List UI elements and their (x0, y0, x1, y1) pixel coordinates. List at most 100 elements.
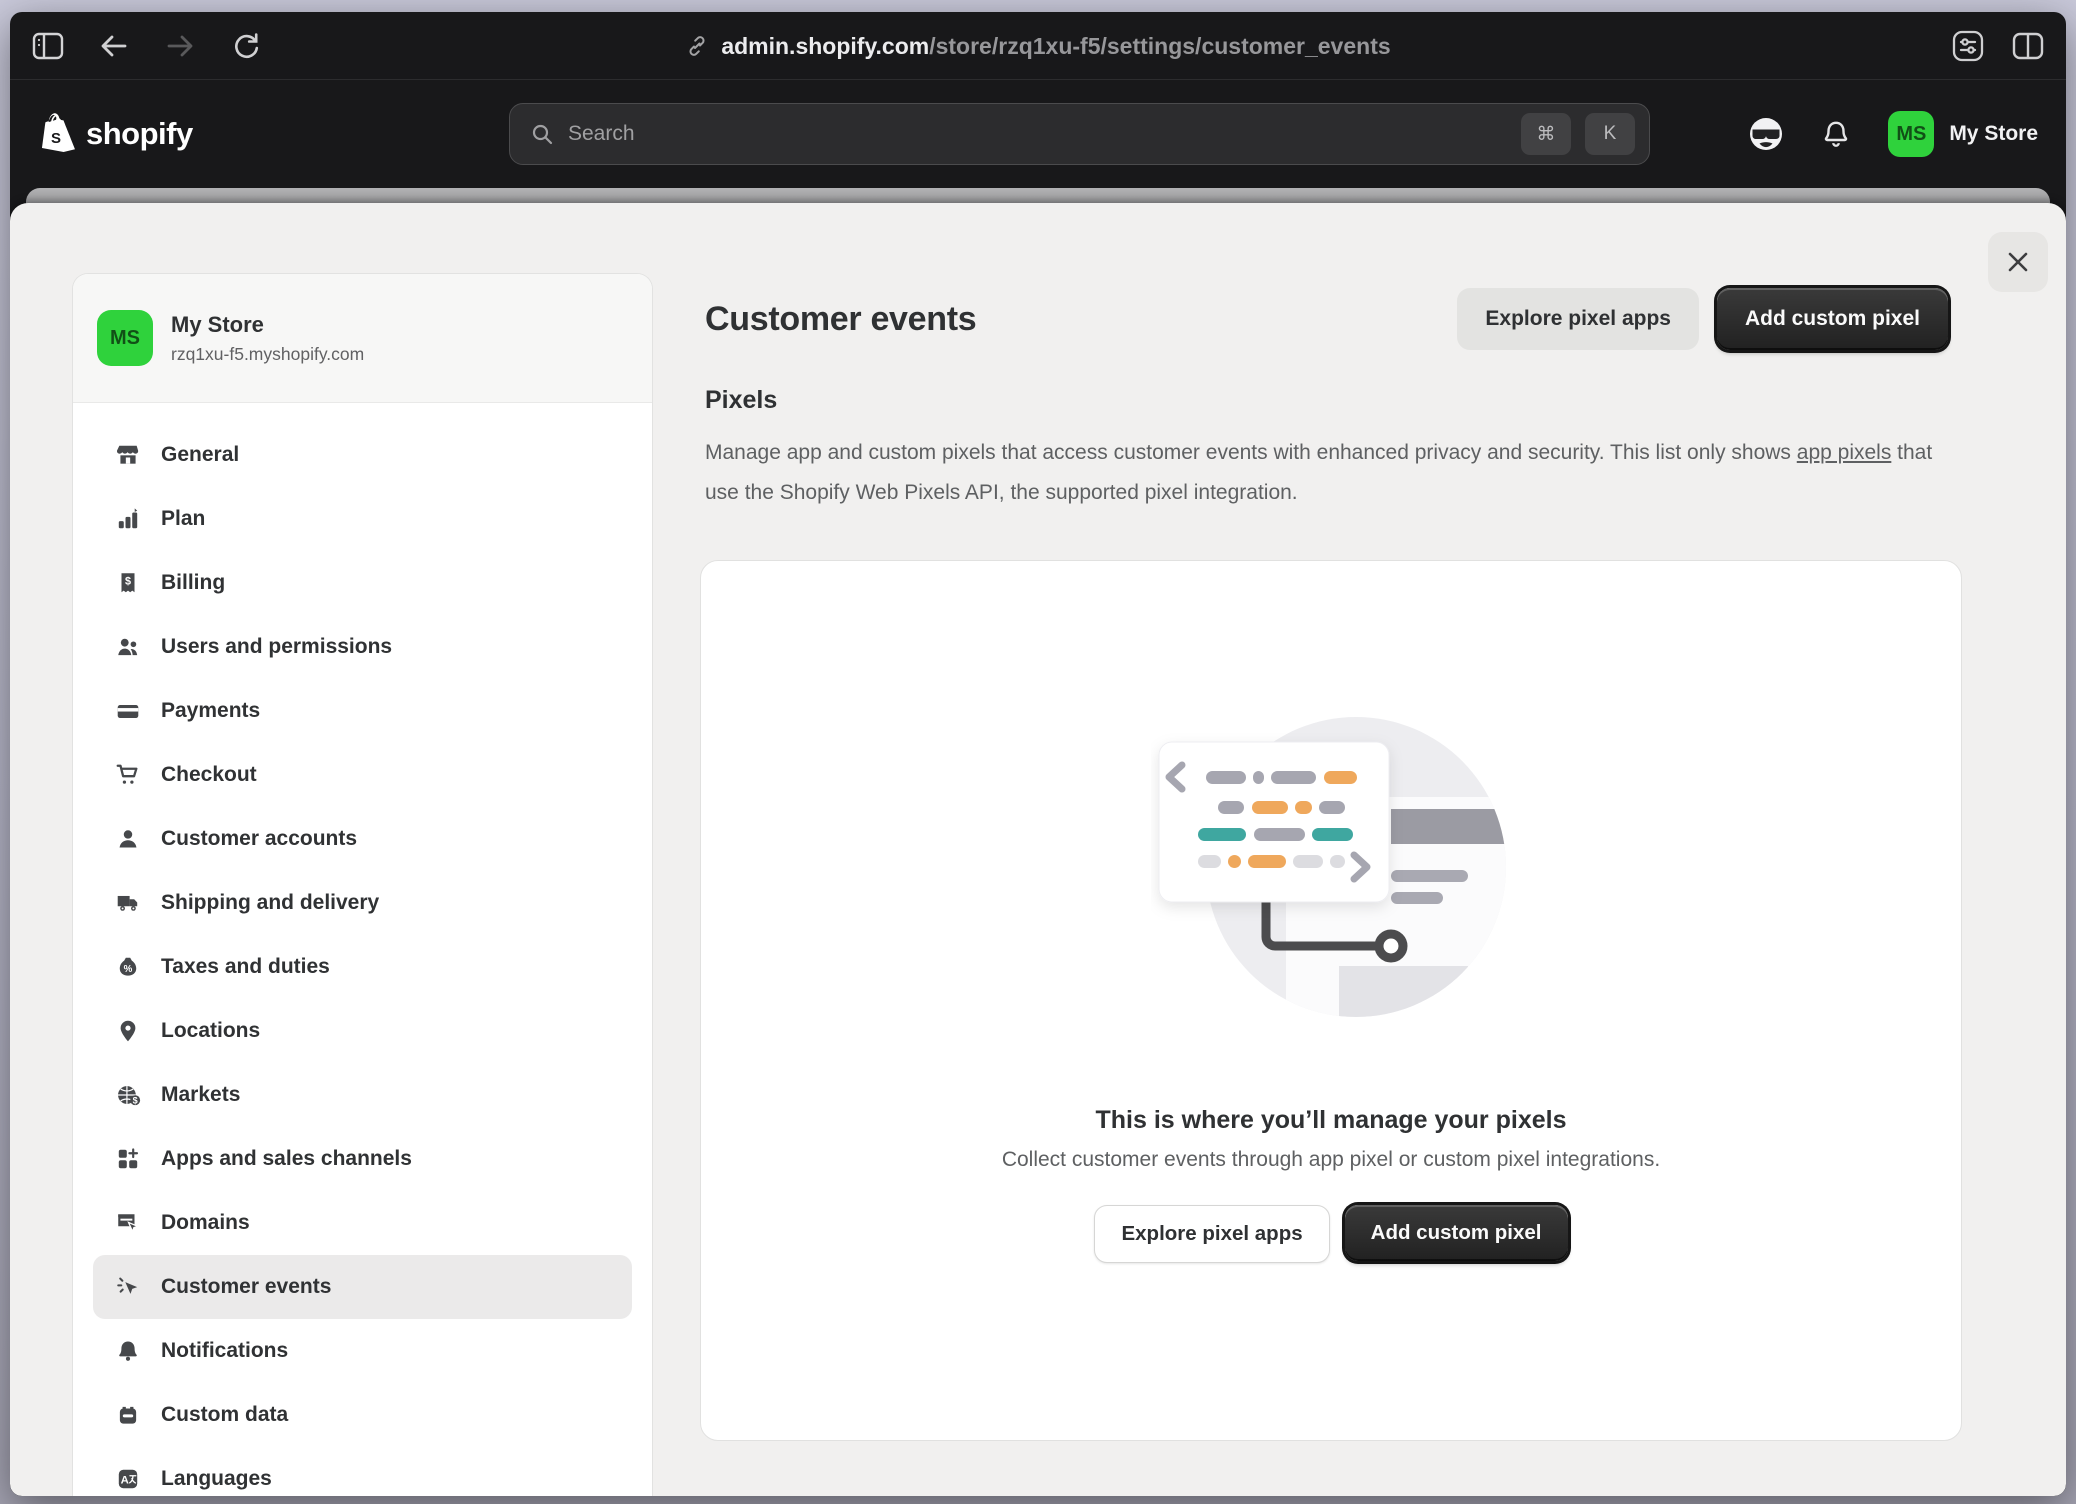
sidebar-store-avatar: MS (97, 310, 153, 366)
sidebar-item-label: Shipping and delivery (161, 891, 379, 915)
sidebar-item-languages[interactable]: Languages (93, 1447, 632, 1496)
cart-icon (115, 762, 141, 788)
sidebar-store-header: MS My Store rzq1xu-f5.myshopify.com (73, 274, 652, 403)
page-title: Customer events (705, 300, 976, 339)
pixels-section-heading: Pixels (705, 386, 777, 415)
pixels-empty-state-card: This is where you’ll manage your pixels … (700, 560, 1962, 1441)
sidebar-item-label: Apps and sales channels (161, 1147, 412, 1171)
url-bar[interactable]: admin.shopify.com/store/rzq1xu-f5/settin… (10, 12, 2066, 80)
sidebar-item-billing[interactable]: Billing (93, 551, 632, 615)
pixels-section-description: Manage app and custom pixels that access… (705, 433, 1965, 513)
sidebar-item-checkout[interactable]: Checkout (93, 743, 632, 807)
person-icon (115, 826, 141, 852)
sidebar-item-label: Customer accounts (161, 827, 357, 851)
sidebar-item-label: Custom data (161, 1403, 288, 1427)
sidebar-item-label: Billing (161, 571, 225, 595)
domains-icon (115, 1210, 141, 1236)
pin-icon (115, 1018, 141, 1044)
sidebar-item-plan[interactable]: Plan (93, 487, 632, 551)
apps-icon (115, 1146, 141, 1172)
sidebar-item-label: Taxes and duties (161, 955, 330, 979)
split-view-icon[interactable] (2010, 28, 2046, 64)
url-path: /store/rzq1xu-f5/settings/customer_event… (929, 33, 1390, 59)
truck-icon (115, 890, 141, 916)
sidebar-item-notifications[interactable]: Notifications (93, 1319, 632, 1383)
sidebar-toggle-icon[interactable] (30, 28, 66, 64)
sidebar-item-taxes-and-duties[interactable]: Taxes and duties (93, 935, 632, 999)
shopify-logo[interactable]: S shopify (38, 113, 193, 155)
sidebar-item-users-and-permissions[interactable]: Users and permissions (93, 615, 632, 679)
sidebar-item-label: Plan (161, 507, 205, 531)
users-icon (115, 634, 141, 660)
taxes-icon (115, 954, 141, 980)
sidebar-item-shipping-and-delivery[interactable]: Shipping and delivery (93, 871, 632, 935)
account-store-name: My Store (1949, 122, 2038, 146)
close-button[interactable] (1988, 232, 2048, 292)
sidebar-item-markets[interactable]: Markets (93, 1063, 632, 1127)
account-menu[interactable]: MS My Store (1888, 111, 2038, 157)
empty-explore-pixel-apps-button[interactable]: Explore pixel apps (1094, 1205, 1329, 1263)
svg-text:S: S (51, 130, 61, 147)
sidebar-item-general[interactable]: General (93, 423, 632, 487)
kbd-k: K (1585, 113, 1635, 155)
payments-icon (115, 698, 141, 724)
sidebar-item-customer-events[interactable]: Customer events (93, 1255, 632, 1319)
sidebar-item-label: Checkout (161, 763, 257, 787)
sidebar-item-label: General (161, 443, 239, 467)
sidebar-item-label: Notifications (161, 1339, 288, 1363)
kbd-cmd: ⌘ (1521, 113, 1571, 155)
sidebar-item-custom-data[interactable]: Custom data (93, 1383, 632, 1447)
browser-toolbar: admin.shopify.com/store/rzq1xu-f5/settin… (10, 12, 2066, 80)
logo-wordmark: shopify (86, 116, 193, 152)
screenshot-root: admin.shopify.com/store/rzq1xu-f5/settin… (0, 0, 2076, 1504)
back-icon[interactable] (96, 28, 132, 64)
store-avatar: MS (1888, 111, 1934, 157)
link-icon (685, 34, 709, 58)
sidebar-item-apps-and-sales-channels[interactable]: Apps and sales channels (93, 1127, 632, 1191)
sidebar-item-label: Payments (161, 699, 260, 723)
settings-sidebar: MS My Store rzq1xu-f5.myshopify.com Gene… (72, 273, 653, 1496)
reload-icon[interactable] (228, 28, 264, 64)
search-placeholder: Search (568, 122, 1507, 146)
shopify-bag-icon: S (38, 113, 76, 155)
sidebar-item-label: Locations (161, 1019, 260, 1043)
empty-state-body: Collect customer events through app pixe… (1002, 1148, 1660, 1172)
app-pixels-link[interactable]: app pixels (1797, 441, 1892, 464)
sidebar-item-label: Languages (161, 1467, 272, 1491)
store-icon (115, 442, 141, 468)
empty-state-heading: This is where you’ll manage your pixels (1096, 1106, 1567, 1135)
data-icon (115, 1402, 141, 1428)
tune-icon[interactable] (1950, 28, 1986, 64)
sidebar-item-label: Users and permissions (161, 635, 392, 659)
globe-icon (115, 1082, 141, 1108)
empty-add-custom-pixel-button[interactable]: Add custom pixel (1345, 1205, 1568, 1261)
pixels-illustration (1151, 709, 1511, 1021)
browser-window: admin.shopify.com/store/rzq1xu-f5/settin… (10, 12, 2066, 1496)
sidebar-item-locations[interactable]: Locations (93, 999, 632, 1063)
sidebar-item-label: Domains (161, 1211, 250, 1235)
notifications-bell-icon[interactable] (1820, 118, 1852, 150)
description-text-1: Manage app and custom pixels that access… (705, 441, 1797, 464)
sidebar-item-domains[interactable]: Domains (93, 1191, 632, 1255)
plan-icon (115, 506, 141, 532)
sidekick-icon[interactable] (1748, 116, 1784, 152)
sidebar-store-name: My Store (171, 312, 364, 338)
sidebar-item-payments[interactable]: Payments (93, 679, 632, 743)
search-icon (530, 122, 554, 146)
sidebar-item-customer-accounts[interactable]: Customer accounts (93, 807, 632, 871)
explore-pixel-apps-button[interactable]: Explore pixel apps (1457, 288, 1699, 350)
url-domain: admin.shopify.com (721, 33, 929, 59)
sidebar-store-domain: rzq1xu-f5.myshopify.com (171, 344, 364, 365)
search-input[interactable]: Search ⌘ K (509, 103, 1650, 165)
close-icon (2004, 248, 2032, 276)
admin-header: S shopify Search ⌘ K (10, 80, 2066, 188)
billing-icon (115, 570, 141, 596)
lang-icon (115, 1466, 141, 1492)
page-header: Customer events Explore pixel apps Add c… (705, 288, 1948, 350)
sidebar-item-label: Customer events (161, 1275, 331, 1299)
sidebar-item-label: Markets (161, 1083, 240, 1107)
forward-icon[interactable] (162, 28, 198, 64)
settings-sheet: MS My Store rzq1xu-f5.myshopify.com Gene… (10, 203, 2066, 1496)
add-custom-pixel-button[interactable]: Add custom pixel (1717, 288, 1948, 350)
sidebar-nav-list: General Plan Billing Users and permissions P… (73, 403, 652, 1496)
